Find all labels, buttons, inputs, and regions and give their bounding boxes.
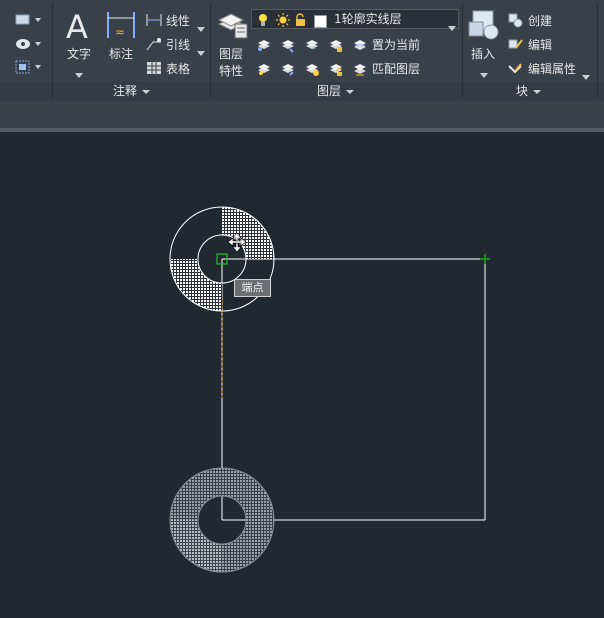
- layer-properties-label-top[interactable]: 图层: [219, 47, 243, 61]
- panel-separator: [52, 3, 53, 99]
- edit-attributes-label[interactable]: 编辑属性: [528, 62, 576, 76]
- text-button-label[interactable]: 文字: [67, 47, 91, 61]
- layers-panel-expand-icon[interactable]: [346, 89, 355, 94]
- linear-dimension-icon[interactable]: [145, 12, 163, 32]
- layers-panel-title[interactable]: 图层: [317, 84, 355, 98]
- set-current-layer-icon[interactable]: [352, 37, 368, 57]
- ribbon: A 文字 ≈ 标注 线性 引线 表格 注释 图层 特性 1轮廓实线层 * 置为当…: [0, 0, 604, 101]
- snap-tooltip: 端点: [234, 279, 271, 297]
- leader-icon[interactable]: [145, 36, 163, 56]
- linear-dropdown-arrow-icon[interactable]: [197, 18, 205, 37]
- cursor-crosshair-icon: [480, 254, 490, 264]
- dimension-tool-icon[interactable]: ≈: [106, 10, 136, 46]
- file-tab-bar: [0, 101, 604, 128]
- annotation-panel-title[interactable]: 注释: [113, 84, 151, 98]
- panel-separator: [597, 3, 598, 99]
- table-icon[interactable]: [145, 60, 163, 80]
- leader-label[interactable]: 引线: [166, 38, 190, 52]
- layer-isolate-icon[interactable]: [280, 37, 296, 57]
- region-tool-icon[interactable]: [14, 59, 42, 79]
- block-panel-expand-icon[interactable]: [533, 89, 542, 94]
- annotation-panel-expand-icon[interactable]: [142, 89, 151, 94]
- layer-freeze-icon[interactable]: *: [304, 37, 320, 57]
- text-dropdown-arrow-icon[interactable]: [75, 64, 83, 83]
- rectangle-tool-icon[interactable]: [14, 12, 42, 32]
- layer-properties-label-bottom[interactable]: 特性: [219, 64, 243, 78]
- insert-button-label[interactable]: 插入: [471, 47, 495, 61]
- layer-properties-icon[interactable]: [215, 10, 249, 44]
- layer-unisolate-icon[interactable]: [280, 61, 296, 81]
- text-tool-icon[interactable]: A: [64, 8, 94, 46]
- sun-icon[interactable]: [276, 12, 290, 31]
- lightbulb-icon[interactable]: [258, 12, 268, 31]
- create-block-icon[interactable]: [507, 12, 523, 32]
- edit-attributes-dropdown-arrow-icon[interactable]: [582, 66, 590, 85]
- leader-dropdown-arrow-icon[interactable]: [197, 42, 205, 61]
- match-layer-label[interactable]: 匹配图层: [372, 62, 420, 76]
- current-layer-name: 1轮廓实线层: [334, 12, 402, 26]
- block-panel-title[interactable]: 块: [516, 84, 542, 98]
- svg-text:A: A: [66, 8, 88, 42]
- match-layer-icon[interactable]: [352, 61, 368, 81]
- square-drawing[interactable]: [221, 258, 486, 521]
- edit-label[interactable]: 编辑: [528, 38, 552, 52]
- create-label[interactable]: 创建: [528, 14, 552, 28]
- layer-on-icon[interactable]: [256, 61, 272, 81]
- layer-lock-icon[interactable]: [328, 37, 344, 57]
- drawing-canvas[interactable]: 端点: [0, 132, 604, 618]
- unlock-icon[interactable]: [294, 12, 308, 31]
- ribbon-panel-title-bar: [0, 82, 604, 101]
- layer-dropdown-arrow-icon[interactable]: [448, 17, 456, 36]
- svg-text:≈: ≈: [115, 25, 125, 39]
- svg-text:*: *: [312, 45, 316, 53]
- insert-dropdown-arrow-icon[interactable]: [480, 64, 488, 83]
- view-tool-icon[interactable]: [14, 36, 42, 56]
- linear-label[interactable]: 线性: [166, 14, 190, 28]
- insert-block-icon[interactable]: [467, 8, 501, 46]
- current-layer-dropdown[interactable]: 1轮廓实线层: [251, 9, 459, 32]
- layer-off-icon[interactable]: [256, 37, 272, 57]
- set-current-label[interactable]: 置为当前: [372, 38, 420, 52]
- layer-unlock-icon[interactable]: [328, 61, 344, 81]
- panel-separator: [210, 3, 211, 99]
- dimension-button-label[interactable]: 标注: [109, 47, 133, 61]
- layer-thaw-icon[interactable]: [304, 61, 320, 81]
- edit-block-icon[interactable]: [507, 36, 523, 56]
- layer-color-swatch[interactable]: [314, 13, 327, 32]
- edit-attributes-icon[interactable]: [507, 60, 523, 80]
- panel-separator: [462, 3, 463, 99]
- table-label[interactable]: 表格: [166, 62, 190, 76]
